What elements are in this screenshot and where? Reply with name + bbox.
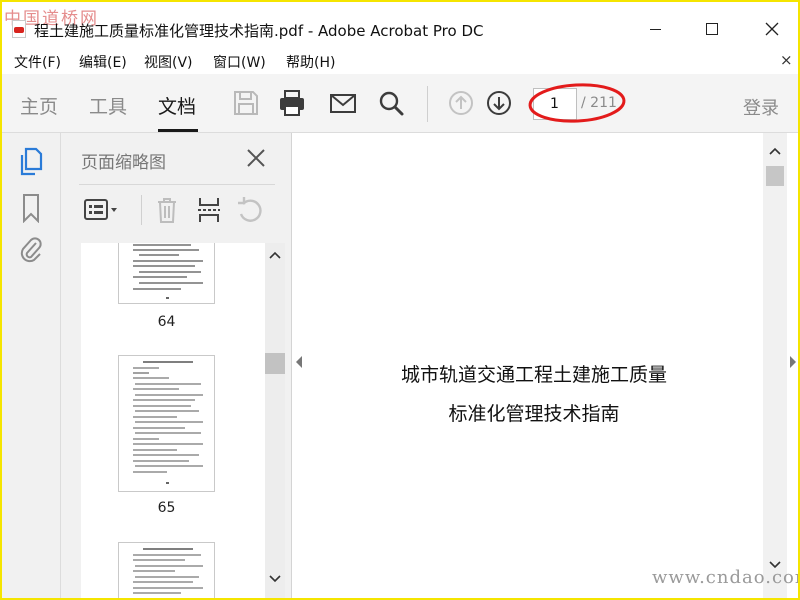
rotate-page-icon[interactable] bbox=[235, 195, 265, 225]
chevron-up-icon[interactable] bbox=[769, 147, 781, 155]
pdf-app-icon bbox=[12, 20, 26, 38]
thumbnail-page-label: 64 bbox=[157, 314, 176, 330]
maximize-button[interactable] bbox=[692, 12, 732, 46]
thumbnail-page-label: 65 bbox=[157, 500, 176, 516]
title-bar: 中国道桥网 程土建施工质量标准化管理技术指南.pdf - Adobe Acrob… bbox=[2, 2, 798, 48]
menu-bar: 文件(F) 编辑(E) 视图(V) 窗口(W) 帮助(H) × bbox=[2, 48, 798, 74]
delete-page-icon[interactable] bbox=[153, 195, 181, 225]
thumbnail-options-icon[interactable] bbox=[83, 197, 121, 223]
panel-title: 页面缩略图 bbox=[81, 153, 166, 173]
maximize-icon bbox=[706, 23, 718, 35]
panel-divider bbox=[79, 184, 275, 185]
menu-help[interactable]: 帮助(H) bbox=[286, 52, 335, 72]
expand-panel-icon[interactable] bbox=[788, 355, 798, 369]
document-page: 城市轨道交通工程土建施工质量 标准化管理技术指南 bbox=[305, 133, 763, 598]
previous-page-icon[interactable] bbox=[446, 88, 476, 118]
menu-edit[interactable]: 编辑(E) bbox=[79, 52, 127, 72]
document-title-line: 城市轨道交通工程土建施工质量 bbox=[400, 364, 667, 386]
collapse-panel-icon[interactable] bbox=[294, 355, 304, 369]
close-icon bbox=[765, 22, 779, 36]
tab-document[interactable]: 文档 bbox=[158, 92, 196, 119]
acrobat-window: 中国道桥网 程土建施工质量标准化管理技术指南.pdf - Adobe Acrob… bbox=[2, 2, 798, 598]
menu-view[interactable]: 视图(V) bbox=[144, 52, 193, 72]
save-icon[interactable] bbox=[231, 88, 261, 118]
search-icon[interactable] bbox=[376, 88, 406, 118]
toolbar: 主页 工具 文档 / 211 bbox=[2, 74, 798, 133]
login-link[interactable]: 登录 bbox=[743, 94, 779, 120]
next-page-icon[interactable] bbox=[484, 88, 514, 118]
page-thumbnail[interactable] bbox=[118, 355, 215, 492]
tab-home[interactable]: 主页 bbox=[20, 92, 58, 119]
active-tab-indicator bbox=[158, 129, 198, 132]
site-url-watermark: www.cndao.com bbox=[652, 567, 798, 588]
insert-page-icon[interactable] bbox=[195, 195, 223, 225]
toolbar-separator bbox=[427, 86, 428, 122]
page-thumbnails-icon[interactable] bbox=[18, 147, 44, 177]
chevron-up-icon[interactable] bbox=[269, 251, 281, 259]
navigation-rail bbox=[2, 133, 61, 598]
print-icon[interactable] bbox=[277, 88, 307, 118]
thumbnails-panel: 页面缩略图 64 65 bbox=[61, 133, 292, 598]
chevron-down-icon[interactable] bbox=[269, 575, 281, 583]
mail-icon[interactable] bbox=[328, 88, 358, 118]
menu-window[interactable]: 窗口(W) bbox=[213, 52, 266, 72]
minimize-button[interactable] bbox=[635, 12, 675, 46]
thumbnail-list: 64 65 bbox=[81, 243, 265, 598]
close-window-button[interactable] bbox=[752, 12, 792, 46]
tab-tools[interactable]: 工具 bbox=[89, 92, 127, 119]
attachment-icon[interactable] bbox=[18, 235, 44, 265]
scrollbar-thumb[interactable] bbox=[766, 166, 784, 186]
close-icon[interactable] bbox=[245, 147, 267, 169]
close-document-button[interactable]: × bbox=[780, 51, 793, 69]
bookmark-icon[interactable] bbox=[18, 193, 44, 223]
document-title-line: 标准化管理技术指南 bbox=[448, 403, 620, 425]
page-thumbnail[interactable] bbox=[118, 542, 215, 598]
scrollbar-thumb[interactable] bbox=[265, 353, 285, 374]
minimize-icon bbox=[649, 28, 661, 30]
menu-file[interactable]: 文件(F) bbox=[14, 52, 61, 72]
window-title: 程土建施工质量标准化管理技术指南.pdf - Adobe Acrobat Pro… bbox=[34, 22, 484, 40]
page-thumbnail[interactable] bbox=[118, 243, 215, 304]
annotation-ellipse bbox=[528, 83, 626, 123]
thumbnail-scrollbar[interactable] bbox=[265, 243, 285, 598]
panel-toolbar-separator bbox=[141, 195, 142, 225]
document-scrollbar[interactable] bbox=[763, 133, 787, 598]
